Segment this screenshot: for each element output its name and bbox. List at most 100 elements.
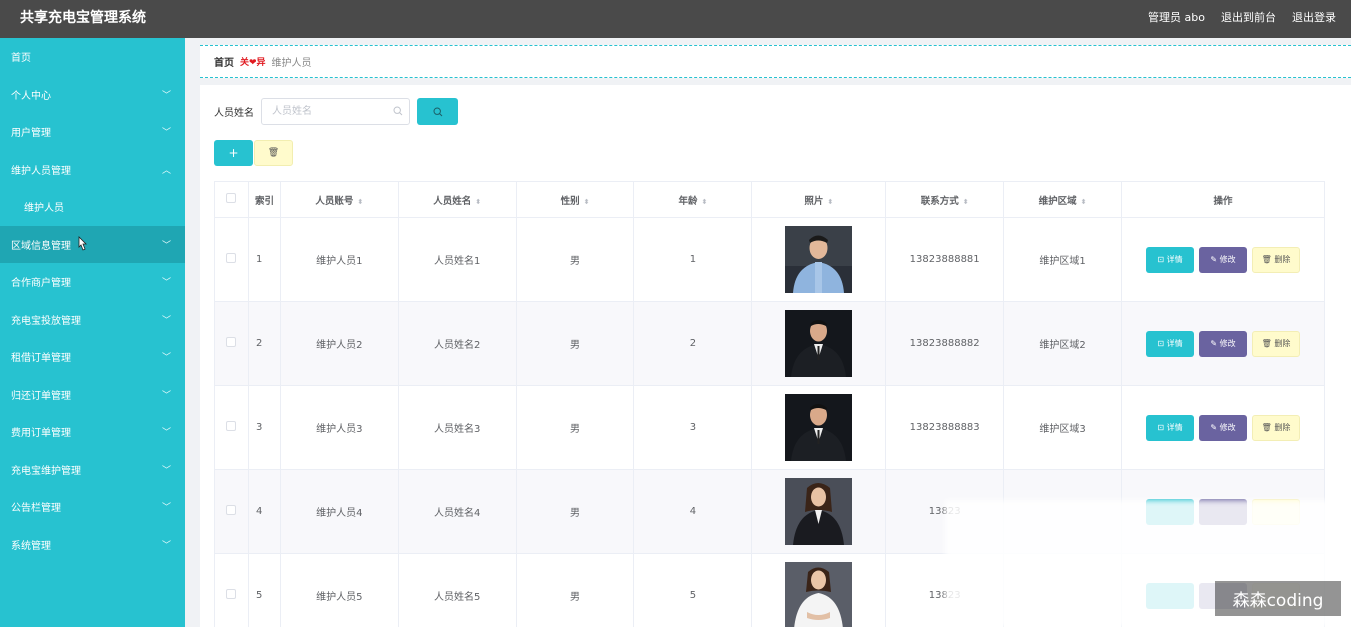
- sidebar-item-home[interactable]: 首页: [0, 38, 185, 76]
- delete-button[interactable]: 🗑 删除: [1251, 330, 1300, 357]
- cell-name: 人员姓名1: [398, 217, 517, 302]
- person-photo[interactable]: [785, 478, 853, 545]
- sidebar-item-label: 租借订单管理: [11, 353, 71, 365]
- batch-delete-button[interactable]: 🗑: [254, 140, 293, 166]
- person-photo[interactable]: [785, 226, 853, 293]
- sidebar-item-label: 维护人员: [24, 203, 64, 215]
- sidebar-item-return-orders[interactable]: 归还订单管理 ﹀: [0, 376, 185, 414]
- row-select: [214, 301, 249, 386]
- person-photo[interactable]: [785, 394, 853, 461]
- col-phone-label: 联系方式: [920, 195, 959, 207]
- col-gender-label: 性别: [560, 195, 580, 207]
- search-input[interactable]: [262, 99, 382, 124]
- sort-icon[interactable]: ⬍: [701, 198, 707, 206]
- search-button[interactable]: [417, 98, 458, 125]
- breadcrumb-home[interactable]: 首页: [214, 54, 234, 69]
- person-photo[interactable]: [785, 310, 853, 377]
- chevron-down-icon: ﹀: [161, 315, 171, 326]
- cell-index: 2: [248, 301, 281, 386]
- sidebar-item-label: 用户管理: [11, 128, 51, 140]
- row-checkbox[interactable]: [226, 589, 237, 599]
- to-front-link[interactable]: 退出到前台: [1221, 9, 1276, 25]
- cell-photo: [751, 217, 887, 302]
- detail-button[interactable]: ⊡ 详情: [1145, 330, 1194, 357]
- row-checkbox[interactable]: [226, 337, 237, 347]
- sidebar-item-maintainers-mgmt[interactable]: 维护人员管理 ︿: [0, 151, 185, 189]
- sort-icon[interactable]: ⬍: [963, 198, 969, 206]
- add-button[interactable]: +: [214, 140, 253, 166]
- top-bar: 共享充电宝管理系统 管理员 abo 退出到前台 退出登录: [0, 0, 1351, 38]
- cell-photo: [751, 469, 887, 554]
- detail-button[interactable]: ⊡ 详情: [1145, 414, 1194, 441]
- cell-area: 维护区域1: [1003, 217, 1122, 302]
- logout-link[interactable]: 退出登录: [1292, 9, 1336, 25]
- cell-name: 人员姓名2: [398, 301, 517, 386]
- cell-gender: 男: [516, 217, 635, 302]
- sidebar-item-powerbank-maintenance[interactable]: 充电宝维护管理 ﹀: [0, 451, 185, 489]
- row-select: [214, 553, 249, 627]
- detail-button[interactable]: ⊡ 详情: [1145, 246, 1194, 273]
- user-label: 管理员 abo: [1148, 11, 1205, 24]
- detail-label: 详情: [1166, 423, 1183, 432]
- chevron-down-icon: ﹀: [161, 465, 171, 476]
- col-photo[interactable]: 照片 ⬍: [751, 181, 887, 218]
- delete-button[interactable]: 🗑 删除: [1251, 414, 1300, 441]
- sort-icon[interactable]: ⬍: [827, 198, 833, 206]
- col-name[interactable]: 人员姓名 ⬍: [398, 181, 517, 218]
- edit-label: 修改: [1219, 423, 1236, 432]
- cell-age: 3: [633, 385, 753, 470]
- app-title: 共享充电宝管理系统: [20, 10, 146, 26]
- col-gender[interactable]: 性别 ⬍: [516, 181, 635, 218]
- sidebar-item-label: 个人中心: [11, 90, 51, 102]
- cell-index: 4: [248, 469, 281, 554]
- cell-area: 维护区域3: [1003, 385, 1122, 470]
- sidebar-item-label: 充电宝维护管理: [11, 465, 81, 477]
- sidebar-item-users[interactable]: 用户管理 ﹀: [0, 113, 185, 151]
- cell-area: 维护区域2: [1003, 301, 1122, 386]
- detail-label: 详情: [1166, 255, 1183, 264]
- sidebar-item-deployment[interactable]: 充电宝投放管理 ﹀: [0, 301, 185, 339]
- row-checkbox[interactable]: [226, 505, 237, 515]
- cell-account: 维护人员3: [280, 385, 399, 470]
- person-photo[interactable]: [785, 562, 853, 627]
- sidebar-item-rental-orders[interactable]: 租借订单管理 ﹀: [0, 338, 185, 376]
- sidebar-item-label: 公告栏管理: [11, 503, 61, 515]
- table-row: 1 维护人员1 人员姓名1 男 1 13823888881 维护区域1 ⊡ 详情…: [214, 217, 1326, 302]
- edit-button[interactable]: ✎ 修改: [1198, 330, 1247, 357]
- sidebar-item-notices[interactable]: 公告栏管理 ﹀: [0, 488, 185, 526]
- sidebar-item-label: 充电宝投放管理: [11, 315, 81, 327]
- cell-photo: [751, 553, 887, 627]
- edit-button[interactable]: ✎ 修改: [1198, 246, 1247, 273]
- row-select: [214, 385, 249, 470]
- select-all-checkbox[interactable]: [226, 193, 237, 203]
- row-checkbox[interactable]: [226, 253, 237, 263]
- sidebar-item-system[interactable]: 系统管理 ﹀: [0, 526, 185, 564]
- col-phone[interactable]: 联系方式 ⬍: [885, 181, 1005, 218]
- cell-ops: ⊡ 详情 ✎ 修改 🗑 删除: [1121, 385, 1326, 470]
- sort-icon[interactable]: ⬍: [475, 198, 481, 206]
- sort-icon[interactable]: ⬍: [357, 198, 363, 206]
- sidebar-item-merchants[interactable]: 合作商户管理 ﹀: [0, 263, 185, 301]
- search-label: 人员姓名: [214, 108, 254, 119]
- sidebar-item-maintainers[interactable]: 维护人员: [0, 188, 185, 226]
- col-name-label: 人员姓名: [433, 195, 472, 207]
- breadcrumb-separator: 关❤异: [240, 58, 266, 68]
- sidebar-item-fee-orders[interactable]: 费用订单管理 ﹀: [0, 413, 185, 451]
- delete-label: 删除: [1274, 423, 1291, 432]
- row-checkbox[interactable]: [226, 421, 237, 431]
- edit-label: 修改: [1219, 339, 1236, 348]
- col-age[interactable]: 年龄 ⬍: [633, 181, 753, 218]
- cell-ops: ⊡ 详情 ✎ 修改 🗑 删除: [1121, 217, 1326, 302]
- sort-icon[interactable]: ⬍: [584, 198, 590, 206]
- delete-button[interactable]: 🗑 删除: [1251, 246, 1300, 273]
- select-all-header: [214, 181, 249, 218]
- sidebar-item-area-info[interactable]: 区域信息管理 ﹀: [0, 225, 185, 263]
- main-content: 首页 关❤异 维护人员 人员姓名 +: [185, 38, 1351, 627]
- col-area[interactable]: 维护区域 ⬍: [1003, 181, 1122, 218]
- chevron-down-icon: ﹀: [161, 390, 171, 401]
- edit-button[interactable]: ✎ 修改: [1198, 414, 1247, 441]
- col-account[interactable]: 人员账号 ⬍: [280, 181, 399, 218]
- cell-photo: [751, 385, 887, 470]
- sidebar-item-profile[interactable]: 个人中心 ﹀: [0, 76, 185, 114]
- sort-icon[interactable]: ⬍: [1081, 198, 1087, 206]
